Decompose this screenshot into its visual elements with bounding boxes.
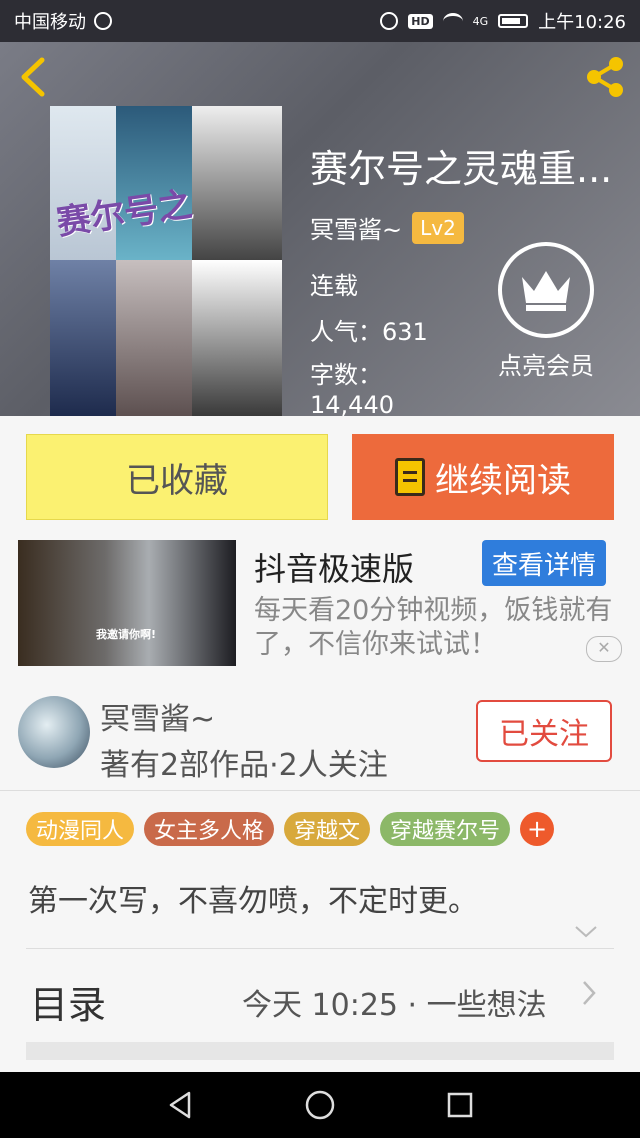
continue-reading-label: 继续阅读 bbox=[435, 460, 571, 501]
recents-icon[interactable] bbox=[440, 1085, 480, 1125]
vip-label: 点亮会员 bbox=[498, 352, 594, 380]
author-stats: 著有2部作品·2人关注 bbox=[100, 748, 388, 783]
status-bar: 中国移动 HD 4G 上午10:26 bbox=[0, 0, 640, 42]
ad-description: 每天看20分钟视频，饭钱就有了，不信你来试试！ bbox=[254, 595, 613, 660]
book-detail-panel: 已收藏 继续阅读 我邀请你啊! 抖音极速版 查看详情 每天看20分钟视频，饭钱就… bbox=[0, 416, 640, 1072]
alarm-icon bbox=[380, 12, 399, 30]
divider bbox=[0, 790, 640, 791]
serial-status: 连载 bbox=[310, 272, 358, 300]
author-block[interactable]: 冥雪酱~ 著有2部作品·2人关注 已关注 bbox=[0, 682, 640, 783]
add-tag-button[interactable]: + bbox=[520, 812, 555, 846]
back-button[interactable] bbox=[16, 56, 52, 98]
divider bbox=[26, 948, 614, 949]
close-icon[interactable]: ✕ bbox=[586, 636, 622, 662]
hd-icon: HD bbox=[408, 13, 433, 29]
carrier-label: 中国移动 bbox=[14, 12, 86, 33]
latest-chapter: 今天 10:25 · 一些想法 bbox=[242, 988, 547, 1023]
tag[interactable]: 穿越文 bbox=[284, 812, 371, 846]
tag[interactable]: 穿越赛尔号 bbox=[380, 812, 511, 846]
back-icon[interactable] bbox=[160, 1085, 200, 1125]
book-description: 第一次写，不喜勿喷，不定时更。 bbox=[28, 884, 478, 919]
ad-details-button[interactable]: 查看详情 bbox=[482, 540, 606, 586]
author-row: 冥雪酱~ Lv2 bbox=[310, 210, 464, 245]
tag-list: 动漫同人 女主多人格 穿越文 穿越赛尔号 + bbox=[26, 812, 555, 846]
chevron-down-icon[interactable] bbox=[574, 920, 598, 944]
share-icon bbox=[587, 57, 623, 97]
level-badge: Lv2 bbox=[412, 211, 464, 244]
avatar[interactable] bbox=[18, 696, 90, 768]
book-header: 赛尔号之 赛尔号之灵魂重... 冥雪酱~ Lv2 连载 人气：631 字数： 14… bbox=[0, 42, 640, 416]
book-title: 赛尔号之灵魂重... bbox=[310, 147, 613, 191]
ad-thumbnail[interactable]: 我邀请你啊! bbox=[18, 540, 236, 666]
vip-button[interactable]: 点亮会员 bbox=[486, 242, 606, 381]
continue-reading-button[interactable]: 继续阅读 bbox=[352, 434, 614, 520]
tag[interactable]: 女主多人格 bbox=[144, 812, 275, 846]
home-icon[interactable] bbox=[300, 1085, 340, 1125]
crown-icon bbox=[522, 271, 570, 311]
globe-icon bbox=[94, 12, 112, 30]
author-name[interactable]: 冥雪酱~ bbox=[310, 210, 402, 245]
chevron-right-icon bbox=[580, 978, 598, 1016]
book-icon bbox=[395, 458, 425, 496]
system-nav-bar bbox=[0, 1072, 640, 1138]
battery-icon bbox=[498, 14, 529, 28]
chevron-left-icon bbox=[21, 57, 45, 97]
table-of-contents-row[interactable]: 目录 今天 10:25 · 一些想法 bbox=[0, 962, 640, 1036]
ad-thumb-caption: 我邀请你啊! bbox=[96, 628, 157, 641]
share-button[interactable] bbox=[582, 54, 628, 100]
word-count: 字数： 14,440 bbox=[310, 361, 394, 416]
collected-button[interactable]: 已收藏 bbox=[26, 434, 328, 520]
wifi-icon bbox=[442, 12, 463, 30]
popularity: 人气：631 bbox=[310, 318, 428, 346]
ad-title: 抖音极速版 bbox=[254, 550, 415, 588]
network-label: 4G bbox=[472, 14, 489, 28]
ad-banner[interactable]: 我邀请你啊! 抖音极速版 查看详情 每天看20分钟视频，饭钱就有了，不信你来试试… bbox=[0, 536, 640, 670]
follow-button[interactable]: 已关注 bbox=[476, 700, 612, 762]
tag[interactable]: 动漫同人 bbox=[26, 812, 135, 846]
author-block-name: 冥雪酱~ bbox=[100, 702, 216, 737]
toc-label: 目录 bbox=[30, 983, 107, 1027]
content-placeholder-bar bbox=[26, 1042, 614, 1060]
clock: 上午10:26 bbox=[538, 12, 626, 33]
book-cover[interactable]: 赛尔号之 bbox=[50, 106, 282, 416]
